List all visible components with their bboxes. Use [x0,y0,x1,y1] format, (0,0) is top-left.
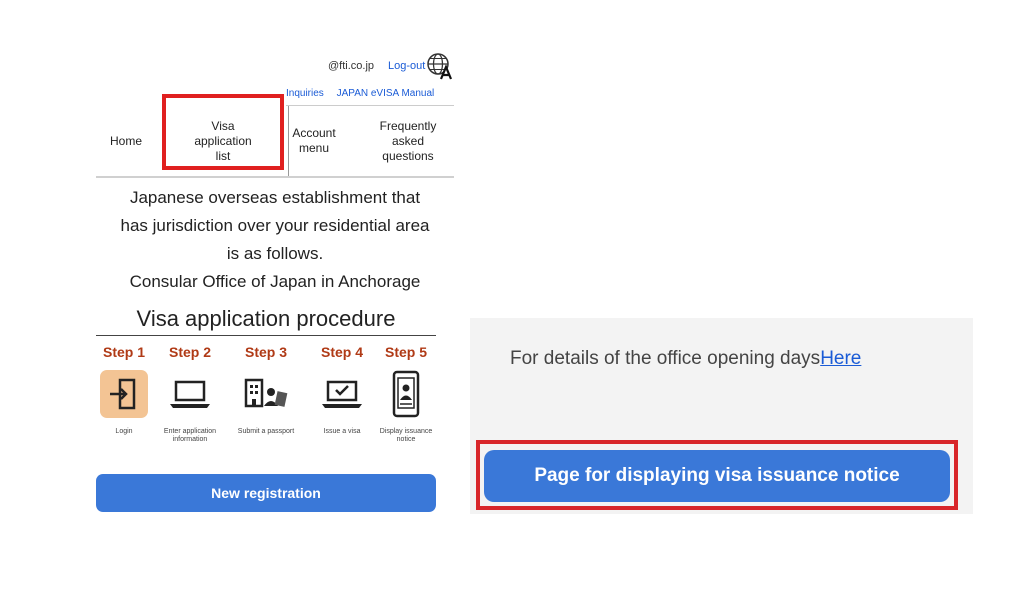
office-opening-days-text: For details of the office opening daysHe… [510,348,861,370]
procedure-title-underline [96,335,436,336]
step-3: Step 3 Submit a passport [232,344,300,436]
step-label: Step 3 [244,344,287,360]
inquiries-link[interactable]: Inquiries [286,88,324,99]
step-caption: Submit a passport [237,428,295,435]
step-caption: Enter application information [163,428,217,443]
nav-account-menu[interactable]: Account menu [284,106,344,176]
left-panel: @fti.co.jp Log-out Inquiries JAPAN eVISA… [96,48,458,518]
language-globe-icon[interactable] [426,52,454,80]
new-registration-button[interactable]: New registration [96,474,436,512]
info-line: Japanese overseas establishment that [129,188,421,207]
office-opening-days-here-link[interactable]: Here [820,348,861,369]
step-label: Step 2 [168,344,211,360]
step-caption: Login [115,428,133,435]
procedure-title: Visa application procedure [136,306,396,331]
info-line: has jurisdiction over your residential a… [120,216,430,235]
nav-bottom-divider [96,176,454,178]
logout-link[interactable]: Log-out [388,60,425,72]
nav-account-label: Account menu [292,126,336,155]
step-5: Step 5 Display issuance notice [372,344,440,444]
visa-issuance-notice-button[interactable]: Page for displaying visa issuance notice [484,450,950,502]
procedure-steps: Step 1 Login Step 2 Enter application in… [96,344,440,469]
nav-faq-label: Frequently asked questions [379,118,437,163]
office-opening-days-label: For details of the office opening days [510,348,821,369]
header-sub-links: Inquiries JAPAN eVISA Manual [286,88,454,99]
login-icon [100,370,148,418]
step-2: Step 2 Enter application information [156,344,224,444]
evisa-manual-link[interactable]: JAPAN eVISA Manual [337,88,435,99]
step-4: Step 4 Issue a visa [308,344,376,436]
step-label: Step 1 [102,344,145,360]
step-caption: Display issuance notice [379,428,433,443]
laptop-icon [166,370,214,418]
phone-icon [382,370,430,418]
right-panel: For details of the office opening daysHe… [470,318,973,514]
nav-faq[interactable]: Frequently asked questions [364,106,452,176]
nav-home[interactable]: Home [96,106,156,176]
step-caption: Issue a visa [323,428,361,435]
laptop-check-icon [318,370,366,418]
step-1: Step 1 Login [90,344,158,436]
consular-office-name: Consular Office of Japan in Anchorage [129,272,421,291]
step-label: Step 5 [384,344,427,360]
passport-icon [242,370,290,418]
step-label: Step 4 [320,344,363,360]
nav-home-label: Home [109,133,142,148]
info-line: is as follows. [226,244,324,263]
jurisdiction-info: Japanese overseas establishment that has… [96,184,454,296]
highlight-box-visa-list [162,94,284,170]
user-email: @fti.co.jp [328,60,375,72]
